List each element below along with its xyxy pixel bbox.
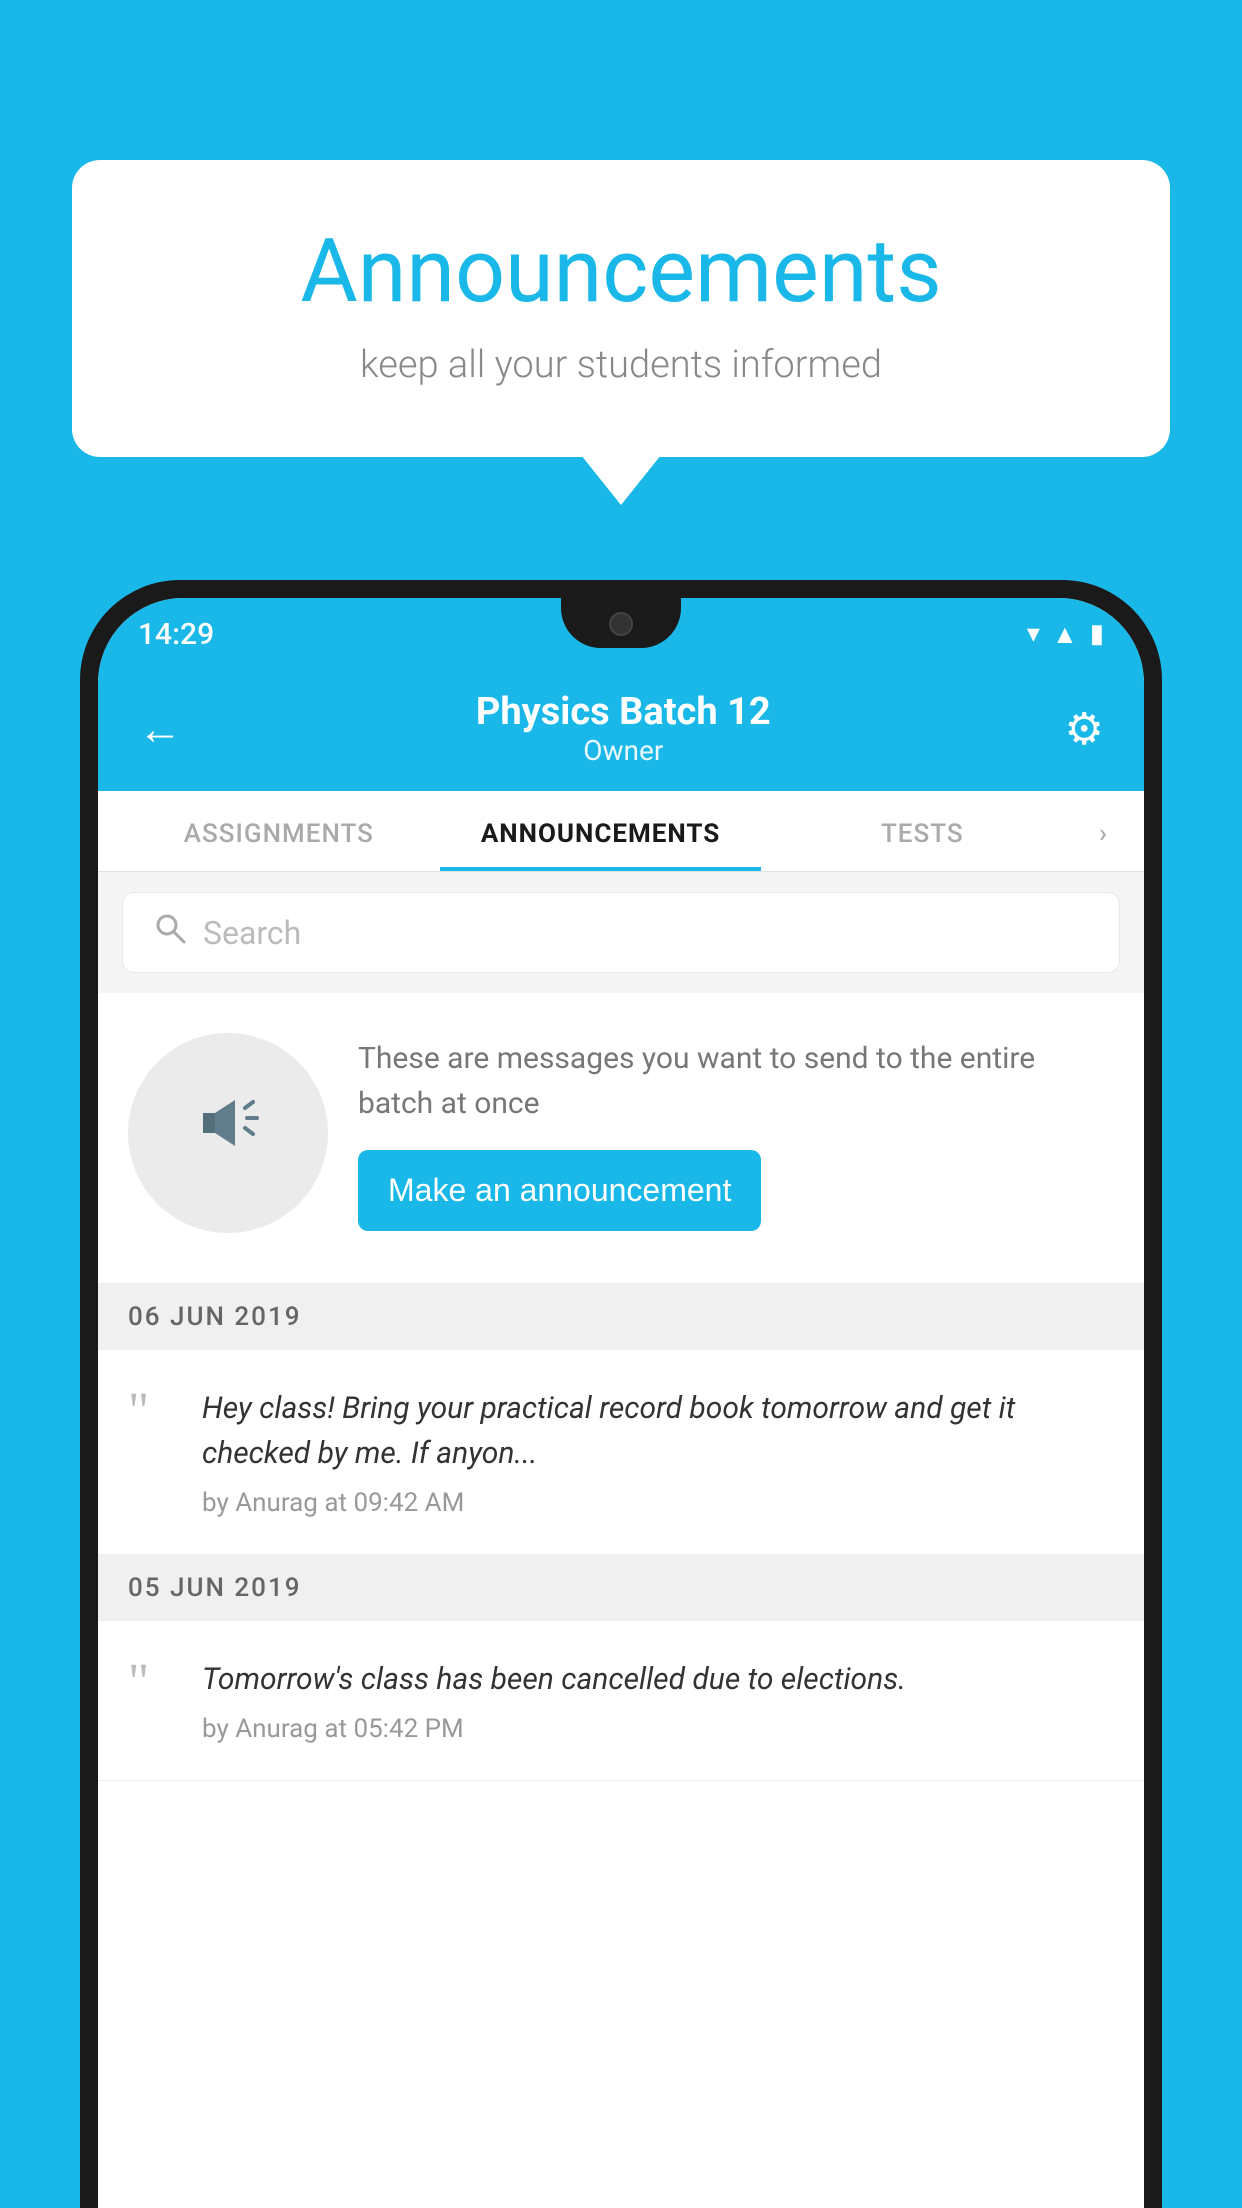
tabs-bar: ASSIGNMENTS ANNOUNCEMENTS TESTS › xyxy=(98,791,1144,872)
header-center: Physics Batch 12 Owner xyxy=(182,690,1065,767)
phone-screen: 14:29 ▾ ▲ ▮ ← Physics Batch 12 Owner ⚙ A… xyxy=(98,598,1144,2208)
search-bar[interactable]: Search xyxy=(122,892,1120,973)
announcement-content-1: Hey class! Bring your practical record b… xyxy=(202,1386,1114,1518)
announcement-meta-1: by Anurag at 09:42 AM xyxy=(202,1488,1114,1518)
quote-icon-2: " xyxy=(128,1657,178,1744)
tab-more[interactable]: › xyxy=(1083,791,1124,871)
header-subtitle: Owner xyxy=(182,734,1065,767)
tab-assignments[interactable]: ASSIGNMENTS xyxy=(118,791,440,871)
phone-notch xyxy=(561,598,681,648)
quote-icon-1: " xyxy=(128,1386,178,1518)
announcement-item-1[interactable]: " Hey class! Bring your practical record… xyxy=(98,1350,1144,1555)
settings-button[interactable]: ⚙ xyxy=(1065,703,1104,755)
promo-text: These are messages you want to send to t… xyxy=(358,1036,1114,1126)
announcement-item-2[interactable]: " Tomorrow's class has been cancelled du… xyxy=(98,1621,1144,1781)
promo-icon-circle xyxy=(128,1033,328,1233)
phone-camera xyxy=(609,612,633,636)
wifi-icon: ▾ xyxy=(1027,619,1040,649)
search-container: Search xyxy=(98,872,1144,993)
speech-bubble: Announcements keep all your students inf… xyxy=(72,160,1170,457)
speech-bubble-subtitle: keep all your students informed xyxy=(152,343,1090,387)
phone-frame: 14:29 ▾ ▲ ▮ ← Physics Batch 12 Owner ⚙ A… xyxy=(80,580,1162,2208)
tab-announcements[interactable]: ANNOUNCEMENTS xyxy=(440,791,762,871)
header-title: Physics Batch 12 xyxy=(182,690,1065,734)
date-separator-1: 06 JUN 2019 xyxy=(98,1284,1144,1350)
app-header: ← Physics Batch 12 Owner ⚙ xyxy=(98,670,1144,791)
search-placeholder: Search xyxy=(203,914,301,952)
announcement-text-1: Hey class! Bring your practical record b… xyxy=(202,1386,1114,1476)
date-separator-2: 05 JUN 2019 xyxy=(98,1555,1144,1621)
status-time: 14:29 xyxy=(138,617,214,652)
announcement-text-2: Tomorrow's class has been cancelled due … xyxy=(202,1657,1114,1702)
speech-bubble-title: Announcements xyxy=(152,220,1090,323)
speech-bubble-section: Announcements keep all your students inf… xyxy=(72,160,1170,457)
promo-area: These are messages you want to send to t… xyxy=(98,993,1144,1284)
phone-content: Search Th xyxy=(98,872,1144,1781)
tab-tests[interactable]: TESTS xyxy=(761,791,1083,871)
status-icons: ▾ ▲ ▮ xyxy=(1027,619,1104,650)
battery-icon: ▮ xyxy=(1090,619,1104,649)
announcement-meta-2: by Anurag at 05:42 PM xyxy=(202,1714,1114,1744)
signal-icon: ▲ xyxy=(1052,619,1078,650)
search-icon xyxy=(153,911,187,954)
announcement-content-2: Tomorrow's class has been cancelled due … xyxy=(202,1657,1114,1744)
back-button[interactable]: ← xyxy=(138,703,182,755)
make-announcement-button[interactable]: Make an announcement xyxy=(358,1150,761,1231)
megaphone-icon xyxy=(183,1078,273,1188)
promo-right: These are messages you want to send to t… xyxy=(358,1036,1114,1231)
